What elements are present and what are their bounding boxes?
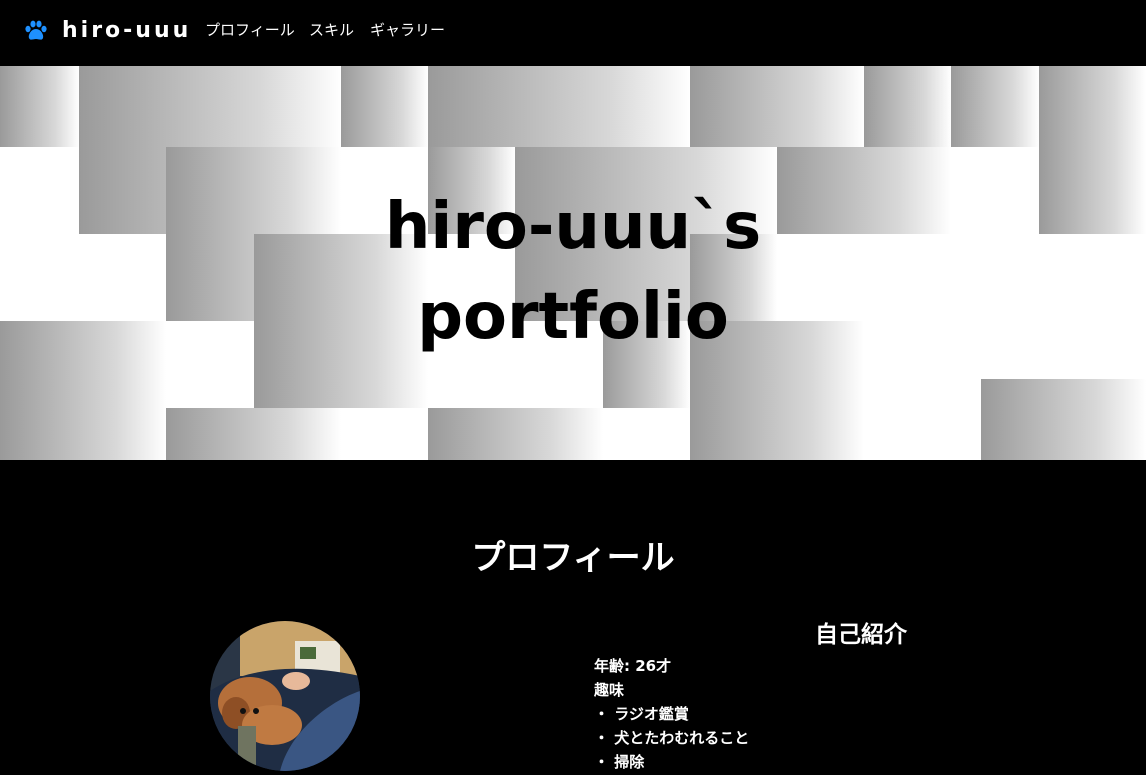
hero-title-line1: hiro-uuu`s xyxy=(384,190,762,264)
paw-icon[interactable] xyxy=(24,20,48,42)
hobby-label: 趣味 xyxy=(594,681,625,699)
nav-link-gallery[interactable]: ギャラリー xyxy=(370,20,445,40)
brand-name[interactable]: hiro-uuu xyxy=(62,16,191,46)
hero-title-line2: portfolio xyxy=(417,280,729,354)
age-text: 年齢: 26才 xyxy=(594,657,672,675)
self-intro-body: 年齢: 26才 趣味 ・ ラジオ鑑賞 ・ 犬とたわむれること ・ 掃除 xyxy=(594,654,749,774)
hero-title: hiro-uuu`s portfolio xyxy=(0,182,1146,362)
hobby-item: ・ 掃除 xyxy=(594,753,645,771)
nav-link-profile[interactable]: プロフィール xyxy=(205,20,295,40)
dog-photo xyxy=(210,621,360,771)
profile-section-title: プロフィール xyxy=(471,538,675,578)
hero-banner: hiro-uuu`s portfolio xyxy=(0,66,1146,460)
nav-link-skills[interactable]: スキル xyxy=(309,20,354,40)
avatar xyxy=(210,621,360,771)
hobby-item: ・ ラジオ鑑賞 xyxy=(594,705,689,723)
top-navbar: hiro-uuu プロフィール スキル ギャラリー xyxy=(0,0,1146,66)
self-intro-heading: 自己紹介 xyxy=(815,622,907,648)
hobby-item: ・ 犬とたわむれること xyxy=(594,729,750,747)
